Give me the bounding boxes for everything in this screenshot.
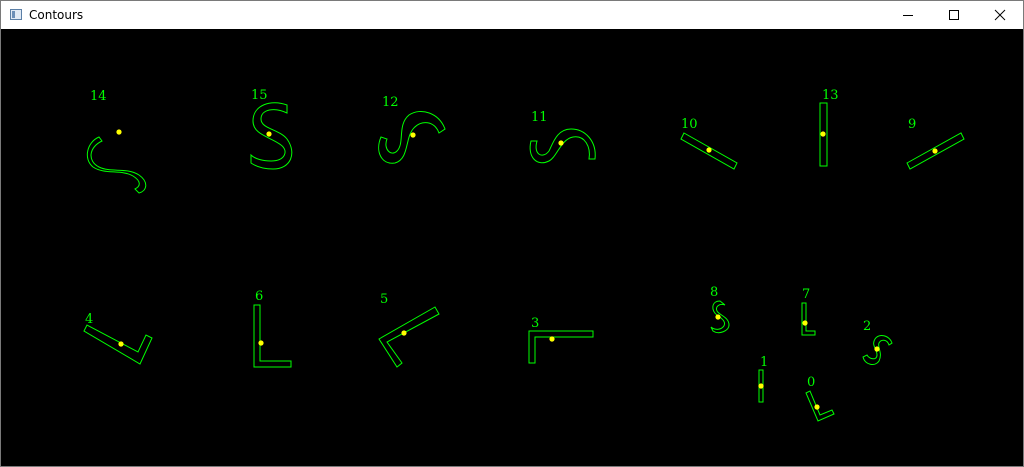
label-13: 13	[822, 88, 839, 103]
label-4: 4	[85, 312, 93, 327]
label-0: 0	[807, 375, 815, 390]
centroid-6	[258, 340, 264, 346]
contour-14	[86, 136, 147, 194]
contour-7	[801, 302, 816, 336]
label-12: 12	[382, 95, 399, 110]
label-8: 8	[710, 285, 718, 300]
minimize-button[interactable]	[885, 1, 931, 29]
maximize-icon	[949, 10, 959, 20]
label-9: 9	[908, 117, 916, 132]
label-3: 3	[531, 316, 539, 331]
contour-15	[250, 102, 293, 170]
title-bar[interactable]: Contours	[1, 1, 1023, 29]
centroid-15	[266, 131, 272, 137]
maximize-button[interactable]	[931, 1, 977, 29]
centroid-0	[814, 404, 820, 410]
centroid-7	[802, 320, 808, 326]
contour-canvas: 14 15 12 11 10 13 9 4 6 5 3 8 7 2 1 0	[1, 29, 1023, 466]
label-5: 5	[380, 292, 388, 307]
centroid-14	[116, 129, 122, 135]
contour-4	[83, 324, 153, 365]
centroid-8	[715, 314, 721, 320]
close-icon	[994, 9, 1006, 21]
centroid-2	[874, 346, 880, 352]
contour-5	[378, 306, 440, 368]
label-7: 7	[802, 287, 810, 302]
contour-3	[528, 330, 594, 364]
contour-6	[253, 304, 292, 368]
centroid-10	[706, 147, 712, 153]
label-2: 2	[863, 319, 871, 334]
close-button[interactable]	[977, 1, 1023, 29]
label-14: 14	[90, 89, 107, 104]
contour-11	[529, 128, 596, 164]
centroid-11	[558, 140, 564, 146]
label-1: 1	[760, 355, 768, 370]
centroid-12	[410, 132, 416, 138]
centroid-4	[118, 341, 124, 347]
contour-0	[805, 390, 835, 422]
contour-drawing: 14 15 12 11 10 13 9 4 6 5 3 8 7 2 1 0	[83, 88, 965, 422]
label-15: 15	[251, 88, 268, 103]
label-11: 11	[531, 110, 548, 125]
centroid-1	[758, 383, 764, 389]
contours-window: Contours 14 15 12 11 10 13 9 4 6 5 3 8 7…	[0, 0, 1024, 467]
centroid-3	[549, 336, 555, 342]
minimize-icon	[903, 15, 913, 16]
label-10: 10	[681, 117, 698, 132]
centroid-9	[932, 148, 938, 154]
contour-12	[378, 111, 446, 164]
centroid-5	[401, 330, 407, 336]
window-title: Contours	[29, 8, 84, 22]
centroid-13	[820, 131, 826, 137]
window-app-icon	[10, 9, 22, 20]
label-6: 6	[255, 289, 263, 304]
